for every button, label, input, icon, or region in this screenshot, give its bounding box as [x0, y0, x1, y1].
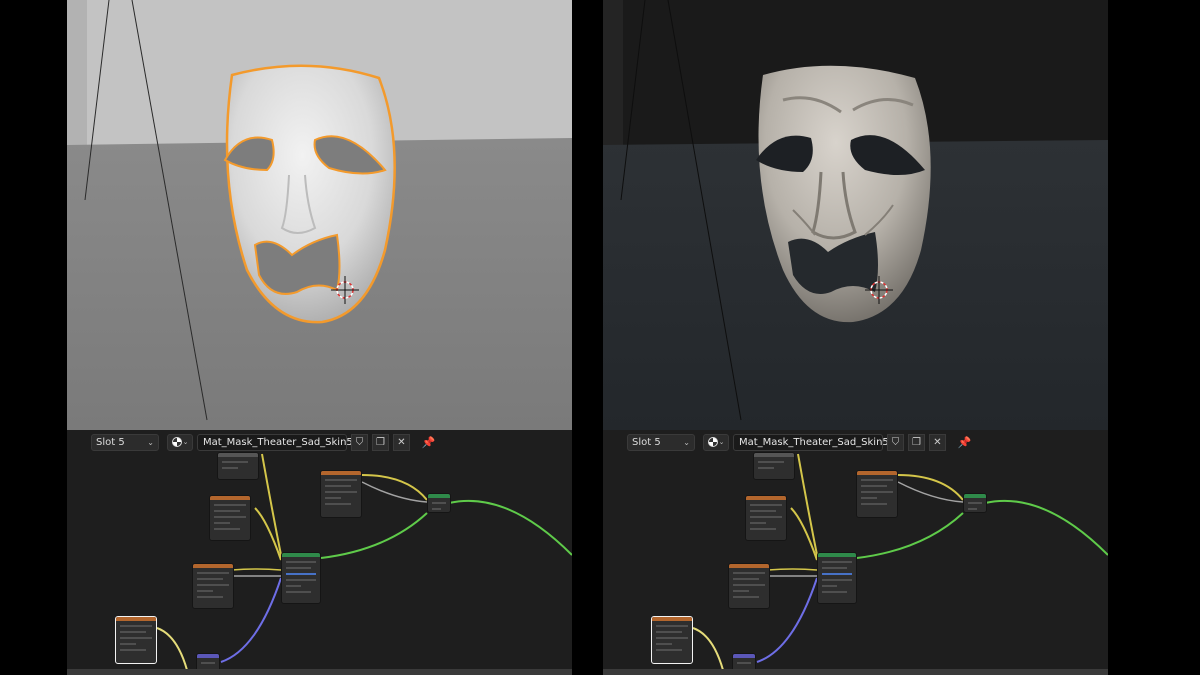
- chevron-down-icon: ⌄: [147, 437, 154, 447]
- material-name-field[interactable]: Mat_Mask_Theater_Sad_Skin5: [733, 433, 889, 451]
- pin-button[interactable]: 📌: [956, 434, 973, 451]
- close-icon: ✕: [933, 436, 942, 448]
- mix-shader-node[interactable]: [963, 493, 987, 513]
- texture-node[interactable]: [753, 452, 795, 480]
- shield-icon: ⛉: [355, 436, 364, 448]
- material-browse-button[interactable]: ⌄: [703, 433, 729, 451]
- right-editor-panel: Slot 5 ⌄ ⌄ Mat_Mask_Theater_Sad_Skin5 ⛉ …: [603, 0, 1108, 675]
- pin-icon: 📌: [957, 435, 972, 449]
- left-editor-panel: Slot 5 ⌄ ⌄ Mat_Mask_Theater_Sad_Skin5 ⛉ …: [67, 0, 572, 675]
- duplicate-icon: ❐: [912, 436, 921, 448]
- fake-user-button[interactable]: ⛉: [887, 433, 904, 451]
- close-icon: ✕: [397, 436, 406, 448]
- unlink-material-button[interactable]: ✕: [929, 433, 946, 451]
- texture-node[interactable]: [217, 452, 259, 480]
- chevron-down-icon: ⌄: [683, 437, 690, 447]
- shader-node-editor[interactable]: Slot 5 ⌄ ⌄ Mat_Mask_Theater_Sad_Skin5 ⛉ …: [67, 430, 572, 675]
- mix-shader-node[interactable]: [427, 493, 451, 513]
- texture-node[interactable]: [192, 563, 234, 609]
- texture-node[interactable]: [209, 495, 251, 541]
- editor-bottom-bar: [67, 669, 572, 675]
- node-editor-header: Slot 5 ⌄ ⌄ Mat_Mask_Theater_Sad_Skin5 ⛉ …: [67, 430, 572, 454]
- duplicate-material-button[interactable]: ❐: [372, 433, 389, 451]
- editor-bottom-bar: [603, 669, 1108, 675]
- texture-node-selected[interactable]: [115, 616, 157, 664]
- material-name-field[interactable]: Mat_Mask_Theater_Sad_Skin5: [197, 433, 353, 451]
- texture-node[interactable]: [320, 470, 362, 518]
- material-slot-dropdown[interactable]: Slot 5 ⌄: [91, 433, 159, 451]
- fake-user-button[interactable]: ⛉: [351, 433, 368, 451]
- principled-bsdf-node[interactable]: [281, 552, 321, 604]
- material-sphere-icon: [171, 437, 182, 447]
- unlink-material-button[interactable]: ✕: [393, 433, 410, 451]
- material-browse-button[interactable]: ⌄: [167, 433, 193, 451]
- pin-icon: 📌: [421, 435, 436, 449]
- viewport-rendered[interactable]: [603, 0, 1108, 430]
- node-editor-header: Slot 5 ⌄ ⌄ Mat_Mask_Theater_Sad_Skin5 ⛉ …: [603, 430, 1108, 454]
- duplicate-icon: ❐: [376, 436, 385, 448]
- texture-node[interactable]: [728, 563, 770, 609]
- chevron-down-icon: ⌄: [182, 438, 189, 446]
- material-sphere-icon: [707, 437, 718, 447]
- viewport-solid[interactable]: [67, 0, 572, 430]
- shader-node-editor[interactable]: Slot 5 ⌄ ⌄ Mat_Mask_Theater_Sad_Skin5 ⛉ …: [603, 430, 1108, 675]
- texture-node[interactable]: [745, 495, 787, 541]
- texture-node[interactable]: [856, 470, 898, 518]
- shield-icon: ⛉: [891, 436, 900, 448]
- duplicate-material-button[interactable]: ❐: [908, 433, 925, 451]
- chevron-down-icon: ⌄: [718, 438, 725, 446]
- pin-button[interactable]: 📌: [420, 434, 437, 451]
- principled-bsdf-node[interactable]: [817, 552, 857, 604]
- texture-node-selected[interactable]: [651, 616, 693, 664]
- material-slot-dropdown[interactable]: Slot 5 ⌄: [627, 433, 695, 451]
